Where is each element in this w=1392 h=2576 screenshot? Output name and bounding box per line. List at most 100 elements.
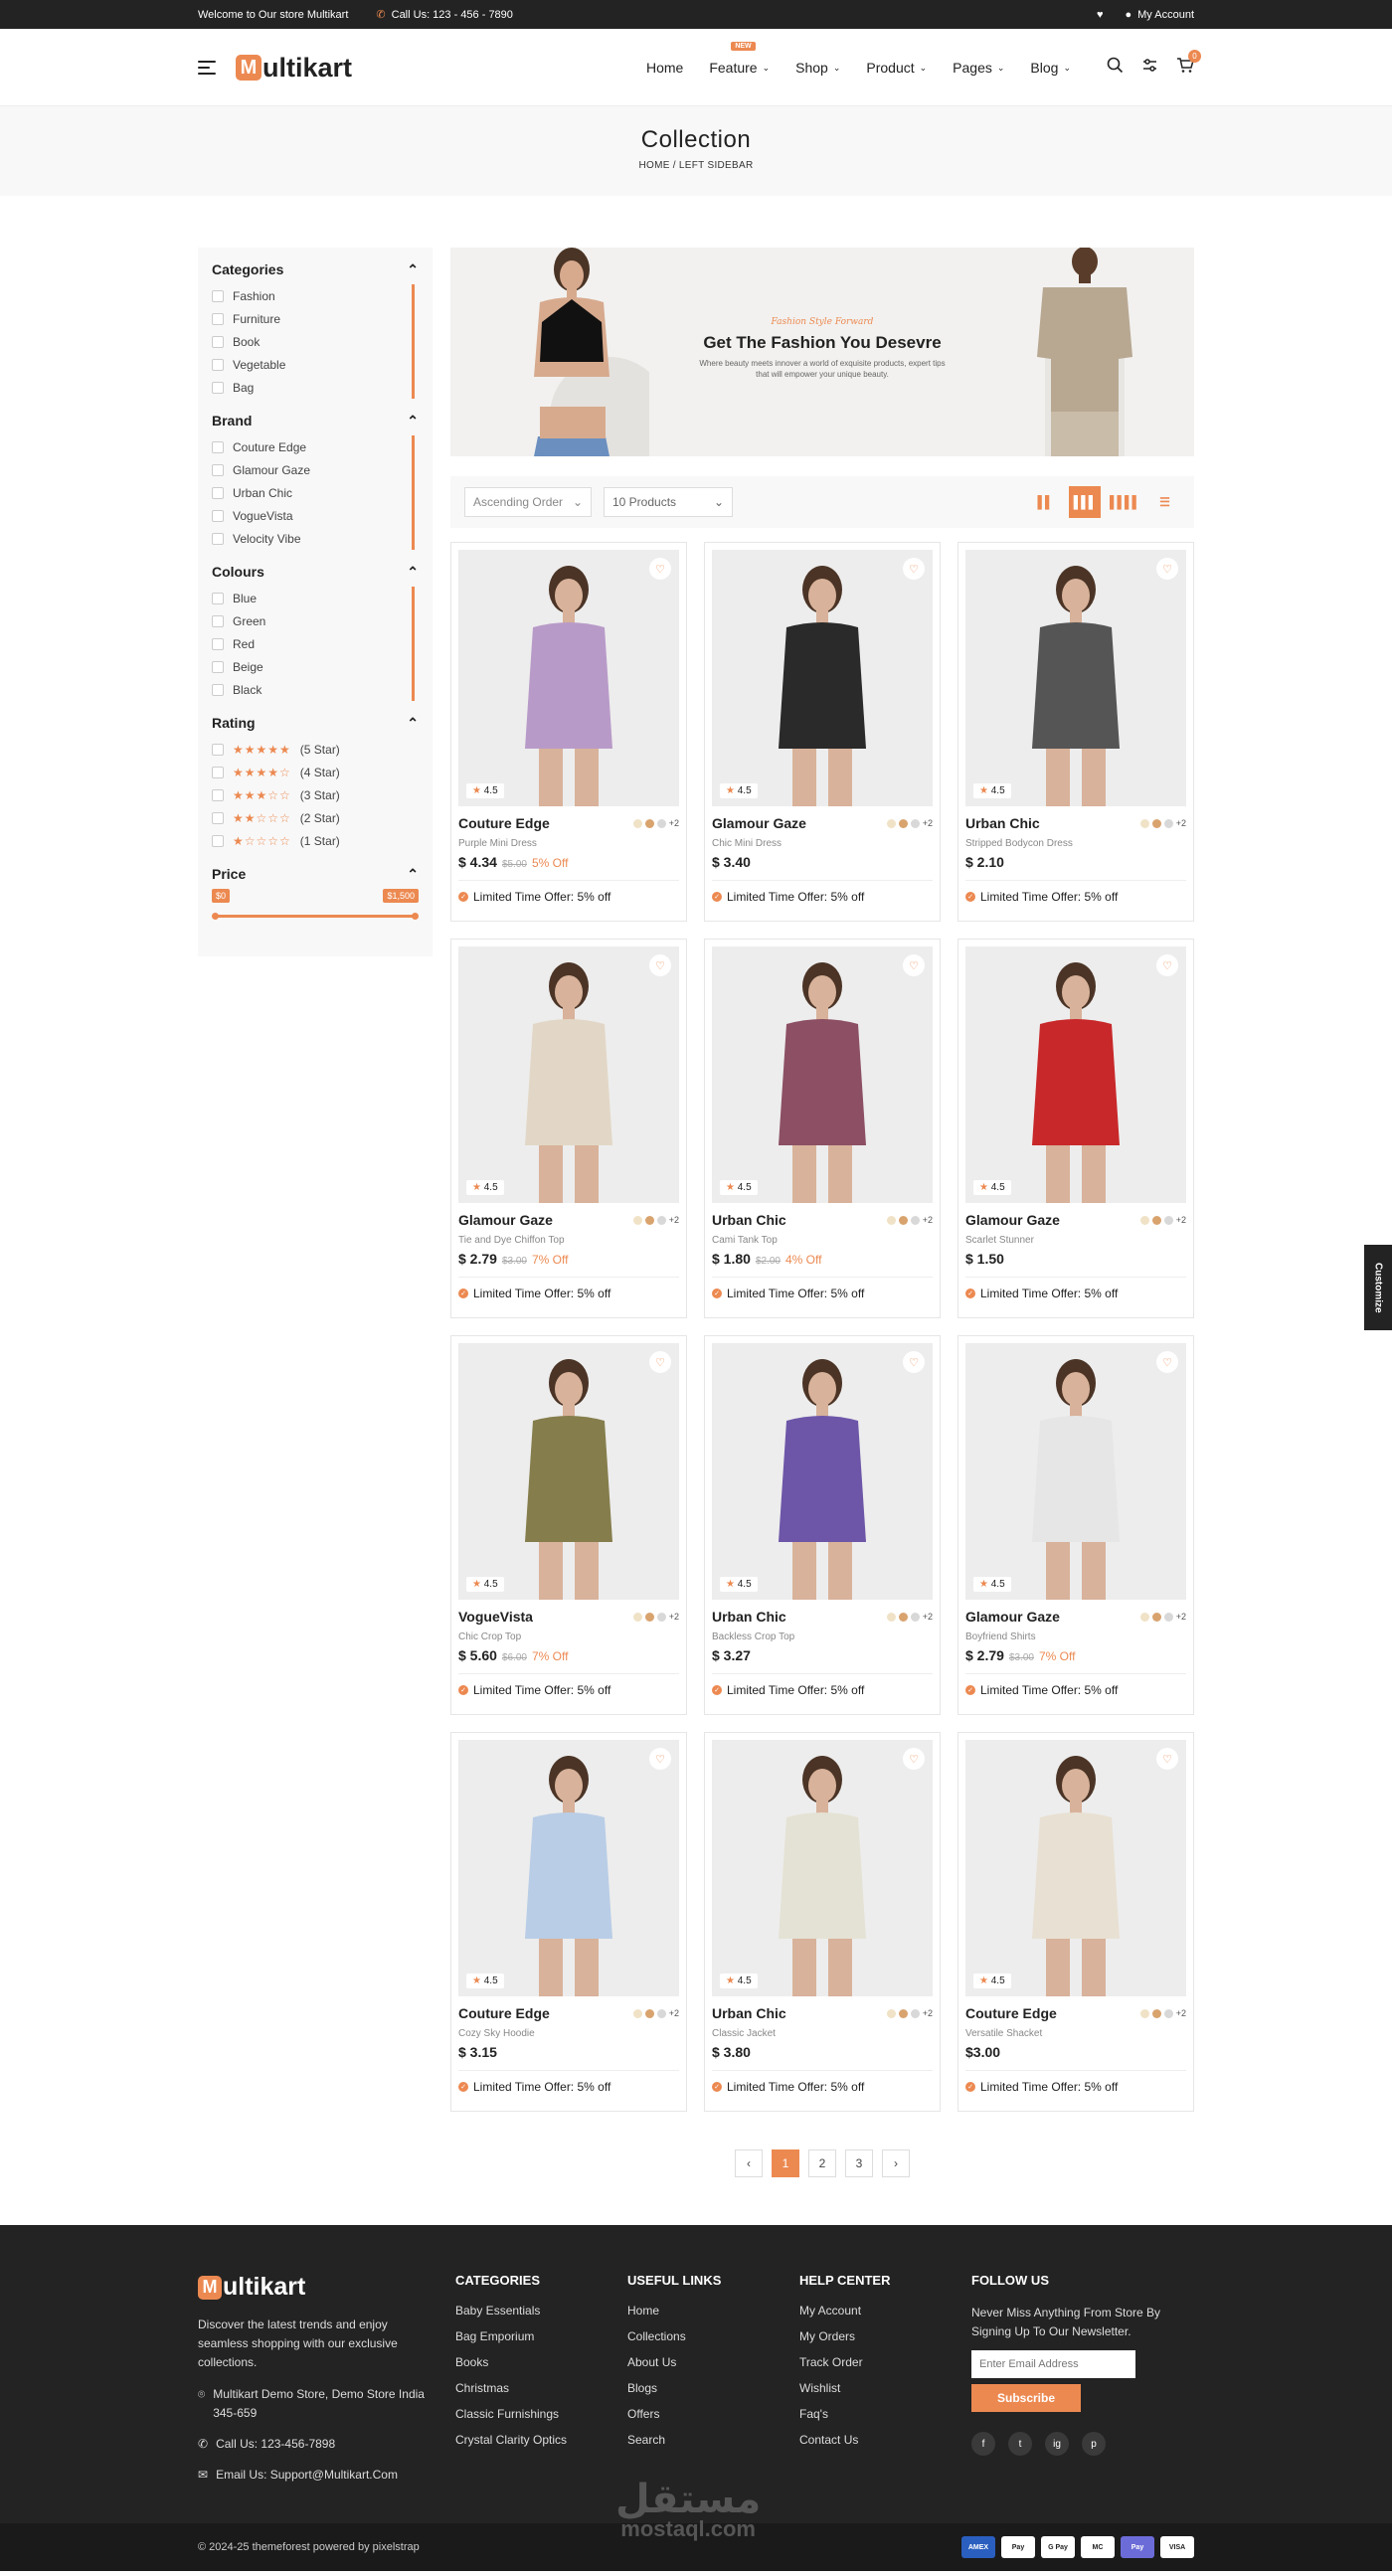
color-swatch[interactable]	[886, 818, 896, 828]
filter-colours-header[interactable]: Colours ⌃	[212, 564, 419, 581]
footer-link[interactable]: Baby Essentials	[455, 2304, 627, 2318]
footer-link[interactable]: Collections	[627, 2329, 799, 2343]
color-swatch[interactable]	[898, 818, 908, 828]
heart-icon[interactable]: ♡	[1156, 558, 1178, 580]
color-swatch[interactable]	[644, 2008, 654, 2018]
heart-icon[interactable]: ♡	[903, 558, 925, 580]
heart-icon[interactable]: ♡	[1156, 1748, 1178, 1770]
my-account-link[interactable]: ● My Account	[1125, 9, 1194, 21]
nav-item-blog[interactable]: Blog ⌄	[1030, 60, 1071, 76]
color-swatch[interactable]	[910, 1215, 920, 1225]
product-card[interactable]: ♡ ★ 4.5 Couture Edge +2 Versatile Shacket $3.…	[957, 1732, 1194, 2112]
color-swatch[interactable]	[644, 1215, 654, 1225]
product-card[interactable]: ♡ ★ 4.5 Urban Chic +2 Cami Tank Top $ 1.80 $2.…	[704, 939, 941, 1318]
heart-icon[interactable]: ♡	[903, 1748, 925, 1770]
filter-option[interactable]: Couture Edge	[212, 435, 412, 458]
color-swatch[interactable]	[656, 1612, 666, 1622]
color-swatch[interactable]	[656, 818, 666, 828]
product-image[interactable]: ♡ ★ 4.5	[712, 550, 933, 806]
product-brand[interactable]: Urban Chic	[712, 1609, 786, 1625]
footer-link[interactable]: My Account	[799, 2304, 971, 2318]
nav-item-product[interactable]: Product ⌄	[866, 60, 927, 76]
checkbox[interactable]	[212, 509, 224, 522]
filter-option[interactable]: Black	[212, 678, 412, 701]
filter-option[interactable]: VogueVista	[212, 504, 412, 527]
color-swatch[interactable]	[644, 1612, 654, 1622]
filter-option[interactable]: Velocity Vibe	[212, 527, 412, 550]
footer-phone[interactable]: ✆ Call Us: 123-456-7898	[198, 2435, 436, 2454]
prev-page-button[interactable]: ‹	[735, 2149, 763, 2177]
product-brand[interactable]: Glamour Gaze	[458, 1212, 553, 1228]
checkbox[interactable]	[212, 463, 224, 476]
color-swatch[interactable]	[886, 1612, 896, 1622]
color-swatch[interactable]	[656, 1215, 666, 1225]
color-swatch[interactable]	[1139, 1612, 1149, 1622]
cart-icon[interactable]: 0	[1176, 50, 1201, 79]
color-swatch[interactable]	[656, 2008, 666, 2018]
color-swatch[interactable]	[1151, 818, 1161, 828]
filter-option[interactable]: Green	[212, 609, 412, 632]
product-brand[interactable]: Urban Chic	[712, 2005, 786, 2021]
product-card[interactable]: ♡ ★ 4.5 Couture Edge +2 Purple Mini Dress $ 4…	[450, 542, 687, 922]
sort-select[interactable]: Ascending Order ⌄	[464, 487, 592, 517]
topbar-phone[interactable]: ✆ Call Us: 123 - 456 - 7890	[376, 8, 513, 22]
product-card[interactable]: ♡ ★ 4.5 Urban Chic +2 Backless Crop Top $ 3.2…	[704, 1335, 941, 1715]
footer-link[interactable]: Bag Emporium	[455, 2329, 627, 2343]
heart-icon[interactable]: ♡	[1156, 1351, 1178, 1373]
product-card[interactable]: ♡ ★ 4.5 Glamour Gaze +2 Chic Mini Dress $ 3.4…	[704, 542, 941, 922]
filter-option[interactable]: Red	[212, 632, 412, 655]
filter-option[interactable]: Beige	[212, 655, 412, 678]
footer-logo[interactable]: Multikart	[198, 2273, 455, 2302]
filter-option[interactable]: Book	[212, 330, 412, 353]
grid-2-view-icon[interactable]: ▌▌	[1029, 486, 1061, 518]
color-swatch[interactable]	[898, 1215, 908, 1225]
checkbox[interactable]	[212, 486, 224, 499]
color-swatch[interactable]	[1151, 1612, 1161, 1622]
product-brand[interactable]: VogueVista	[458, 1609, 533, 1625]
checkbox[interactable]	[212, 766, 224, 778]
color-swatch[interactable]	[632, 2008, 642, 2018]
rating-option[interactable]: ★★★★☆ (4 Star)	[212, 761, 419, 783]
product-brand[interactable]: Urban Chic	[965, 815, 1040, 831]
products-count-select[interactable]: 10 Products ⌄	[604, 487, 733, 517]
footer-link[interactable]: Faq's	[799, 2407, 971, 2421]
checkbox[interactable]	[212, 788, 224, 801]
filter-categories-header[interactable]: Categories ⌃	[212, 261, 419, 278]
color-swatch[interactable]	[898, 1612, 908, 1622]
checkbox[interactable]	[212, 358, 224, 371]
color-swatch[interactable]	[632, 1215, 642, 1225]
nav-item-feature[interactable]: Feature ⌄ NEW	[709, 42, 770, 76]
product-brand[interactable]: Couture Edge	[458, 2005, 550, 2021]
footer-link[interactable]: Offers	[627, 2407, 799, 2421]
color-swatch[interactable]	[898, 2008, 908, 2018]
heart-icon[interactable]: ♡	[903, 1351, 925, 1373]
rating-option[interactable]: ★☆☆☆☆ (1 Star)	[212, 829, 419, 852]
color-swatch[interactable]	[910, 818, 920, 828]
page-button[interactable]: 1	[772, 2149, 799, 2177]
color-swatch[interactable]	[1163, 1215, 1173, 1225]
instagram-icon[interactable]: ig	[1045, 2432, 1069, 2457]
checkbox[interactable]	[212, 440, 224, 453]
product-image[interactable]: ♡ ★ 4.5	[965, 1740, 1186, 1996]
price-range-slider[interactable]: $0 $1,500	[212, 889, 419, 925]
footer-link[interactable]: Wishlist	[799, 2381, 971, 2395]
color-swatch[interactable]	[910, 1612, 920, 1622]
color-swatch[interactable]	[1139, 2008, 1149, 2018]
product-image[interactable]: ♡ ★ 4.5	[712, 946, 933, 1203]
filter-option[interactable]: Urban Chic	[212, 481, 412, 504]
filter-option[interactable]: Glamour Gaze	[212, 458, 412, 481]
product-image[interactable]: ♡ ★ 4.5	[712, 1343, 933, 1600]
filter-option[interactable]: Bag	[212, 376, 412, 399]
product-image[interactable]: ♡ ★ 4.5	[458, 1740, 679, 1996]
filter-option[interactable]: Furniture	[212, 307, 412, 330]
footer-link[interactable]: Track Order	[799, 2355, 971, 2369]
price-max-handle[interactable]	[412, 913, 419, 920]
breadcrumb[interactable]: HOME / LEFT SIDEBAR	[0, 160, 1392, 171]
grid-4-view-icon[interactable]: ▌▌▌▌	[1109, 486, 1140, 518]
product-brand[interactable]: Glamour Gaze	[965, 1212, 1060, 1228]
filter-brand-header[interactable]: Brand ⌃	[212, 413, 419, 429]
compare-icon[interactable]	[1141, 57, 1158, 79]
rating-option[interactable]: ★★★★★ (5 Star)	[212, 738, 419, 761]
heart-icon[interactable]: ♡	[649, 558, 671, 580]
footer-link[interactable]: Christmas	[455, 2381, 627, 2395]
